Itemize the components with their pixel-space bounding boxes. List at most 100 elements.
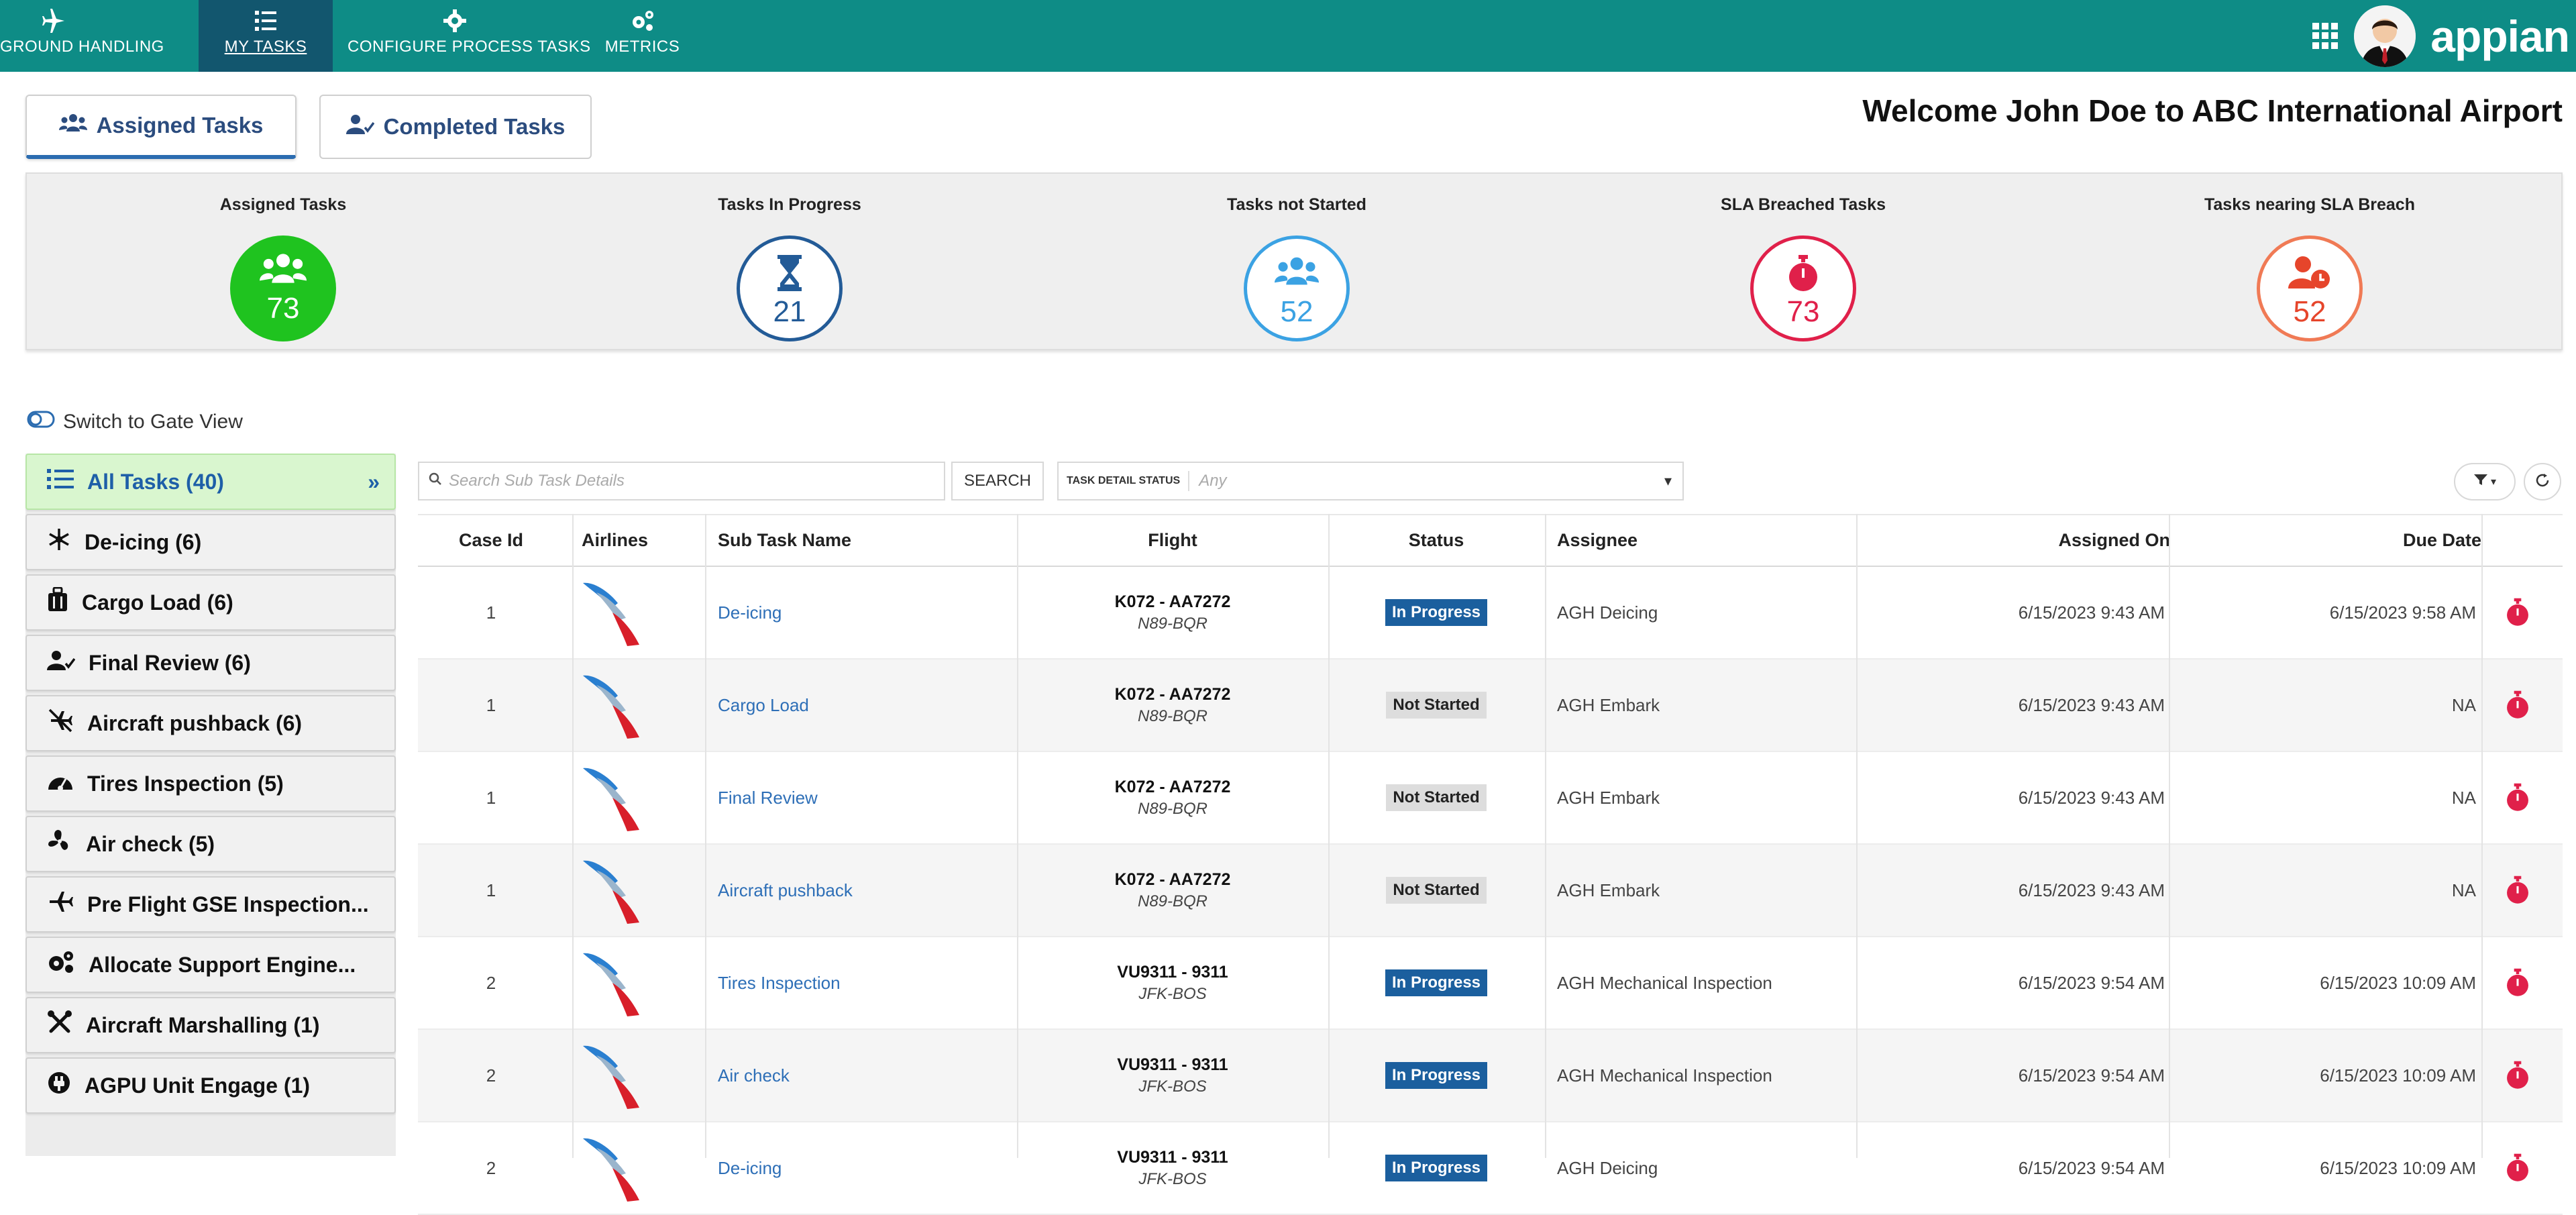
chevron-right-icon: »: [368, 470, 380, 494]
kpi-sla-breached[interactable]: SLA Breached Tasks 73: [1669, 174, 1937, 352]
cell-flight: K072 - AA7272 N89-BQR: [1017, 659, 1328, 751]
cell-case-id: 1: [486, 694, 496, 715]
nav-configure-process-tasks[interactable]: CONFIGURE PROCESS TASKS: [347, 0, 590, 72]
cell-sub-task-link[interactable]: Tires Inspection: [718, 937, 841, 1028]
cell-sub-task-link[interactable]: Aircraft pushback: [718, 845, 853, 936]
switch-gate-view[interactable]: Switch to Gate View: [27, 411, 243, 433]
table-row[interactable]: 2 Air check VU9311 - 9311 JFK-BOS In Progres…: [418, 1030, 2563, 1122]
table-row[interactable]: 2 Tires Inspection VU9311 - 9311 JFK-BOS In …: [418, 937, 2563, 1030]
avatar[interactable]: [2354, 5, 2416, 67]
tab-completed-tasks[interactable]: Completed Tasks: [319, 95, 592, 159]
plane-slash-icon: [47, 708, 74, 738]
cell-assigned-on: 6/15/2023 9:43 AM: [2018, 694, 2165, 715]
stopwatch-icon[interactable]: [2491, 937, 2544, 1028]
stopwatch-icon[interactable]: [2491, 659, 2544, 751]
table-row[interactable]: 1 Cargo Load K072 - AA7272 N89-BQR Not Start…: [418, 659, 2563, 752]
header-status[interactable]: Status: [1328, 515, 1544, 566]
appian-logo: appian: [2430, 11, 2570, 61]
category-label: Allocate Support Engine...: [89, 952, 356, 977]
kpi-title: Tasks In Progress: [718, 195, 861, 214]
stopwatch-icon[interactable]: [2491, 1122, 2544, 1214]
users-icon: [1247, 255, 1346, 295]
cell-sub-task-link[interactable]: De-icing: [718, 1122, 782, 1214]
kpi-assigned-tasks[interactable]: Assigned Tasks 73: [149, 174, 417, 352]
kpi-tasks-in-progress[interactable]: Tasks In Progress 21: [655, 174, 924, 352]
table-row[interactable]: 1 Final Review K072 - AA7272 N89-BQR Not Sta…: [418, 752, 2563, 845]
category-aircraft-pushback[interactable]: Aircraft pushback (6): [25, 695, 396, 751]
flight-number: K072 - AA7272: [1114, 777, 1231, 796]
users-icon: [58, 113, 87, 138]
table-row[interactable]: 1 De-icing K072 - AA7272 N89-BQR In Progress…: [418, 567, 2563, 659]
task-status-dropdown[interactable]: TASK DETAIL STATUS Any ▾: [1057, 462, 1684, 500]
nav-label: MY TASKS: [224, 38, 307, 56]
stopwatch-icon[interactable]: [2491, 1030, 2544, 1121]
cell-sub-task-link[interactable]: Air check: [718, 1030, 790, 1121]
stopwatch-icon[interactable]: [2491, 567, 2544, 658]
cell-sub-task-link[interactable]: Cargo Load: [718, 659, 809, 751]
kpi-nearing-sla-breach[interactable]: Tasks nearing SLA Breach 52: [2176, 174, 2444, 352]
kpi-ring: 73: [1750, 235, 1856, 341]
search-placeholder: Search Sub Task Details: [449, 472, 625, 490]
category-label: Final Review (6): [89, 650, 251, 675]
nav-label: METRICS: [604, 38, 680, 56]
app-grid-icon[interactable]: [2312, 22, 2339, 50]
flight-number: VU9311 - 9311: [1117, 962, 1228, 982]
search-input[interactable]: Search Sub Task Details: [418, 462, 945, 500]
cell-due-date: NA: [2451, 880, 2476, 900]
cell-case-id: 2: [486, 1065, 496, 1086]
category-cargo-load[interactable]: Cargo Load (6): [25, 574, 396, 631]
tab-assigned-tasks[interactable]: Assigned Tasks: [25, 95, 297, 159]
status-badge: In Progress: [1385, 599, 1488, 626]
stopwatch-icon[interactable]: [2491, 845, 2544, 936]
kpi-tasks-not-started[interactable]: Tasks not Started 52: [1163, 174, 1431, 352]
caret-down-icon: ▾: [2490, 476, 2497, 488]
header-assigned-on[interactable]: Assigned On: [1859, 515, 2170, 566]
category-aircraft-marshalling[interactable]: Aircraft Marshalling (1): [25, 997, 396, 1053]
filter-button[interactable]: ▾: [2454, 463, 2516, 500]
airline-logo-icon: [579, 1030, 680, 1121]
top-nav: GROUND HANDLING MY TASKS CONFIGURE PROCE…: [0, 0, 2576, 72]
status-filter-value: Any: [1199, 472, 1227, 490]
cell-flight: K072 - AA7272 N89-BQR: [1017, 752, 1328, 843]
airline-logo-icon: [579, 937, 680, 1028]
category-pre-flight-gse[interactable]: Pre Flight GSE Inspection...: [25, 876, 396, 933]
flight-number: VU9311 - 9311: [1117, 1055, 1228, 1074]
tab-label: Completed Tasks: [383, 114, 566, 139]
refresh-button[interactable]: [2524, 463, 2561, 500]
cell-sub-task-link[interactable]: Final Review: [718, 752, 818, 843]
category-allocate-support-engine[interactable]: Allocate Support Engine...: [25, 937, 396, 993]
cell-flight: VU9311 - 9311 JFK-BOS: [1017, 1122, 1328, 1214]
search-button[interactable]: SEARCH: [951, 462, 1044, 500]
category-label: Aircraft pushback (6): [87, 710, 303, 735]
category-air-check[interactable]: Air check (5): [25, 816, 396, 872]
header-airlines[interactable]: Airlines: [582, 515, 648, 566]
cell-due-date: NA: [2451, 694, 2476, 715]
nav-metrics[interactable]: METRICS: [597, 0, 688, 72]
flight-route: N89-BQR: [1137, 706, 1208, 725]
header-flight[interactable]: Flight: [1017, 515, 1328, 566]
stopwatch-icon[interactable]: [2491, 752, 2544, 843]
caret-down-icon: ▾: [1664, 472, 1672, 489]
category-de-icing[interactable]: De-icing (6): [25, 514, 396, 570]
header-due-date[interactable]: Due Date: [2170, 515, 2481, 566]
table-row[interactable]: 2 De-icing VU9311 - 9311 JFK-BOS In Progress…: [418, 1122, 2563, 1215]
header-sub-task-name[interactable]: Sub Task Name: [718, 515, 851, 566]
category-label: Tires Inspection (5): [87, 771, 284, 796]
nav-my-tasks[interactable]: MY TASKS: [199, 0, 333, 72]
kpi-value: 52: [1280, 295, 1313, 328]
category-agpu-unit-engage[interactable]: AGPU Unit Engage (1): [25, 1057, 396, 1114]
category-all-tasks[interactable]: All Tasks (40) »: [25, 454, 396, 510]
category-label: Aircraft Marshalling (1): [86, 1012, 320, 1037]
category-tires-inspection[interactable]: Tires Inspection (5): [25, 755, 396, 812]
category-final-review[interactable]: Final Review (6): [25, 635, 396, 691]
flight-route: N89-BQR: [1137, 892, 1208, 910]
kpi-title: SLA Breached Tasks: [1721, 195, 1886, 214]
cell-status: Not Started: [1328, 659, 1544, 751]
header-case-id[interactable]: Case Id: [418, 515, 564, 566]
nav-ground-handling[interactable]: GROUND HANDLING: [0, 0, 164, 72]
flight-route: JFK-BOS: [1138, 1077, 1207, 1096]
cell-sub-task-link[interactable]: De-icing: [718, 567, 782, 658]
header-assignee[interactable]: Assignee: [1557, 515, 1638, 566]
table-row[interactable]: 1 Aircraft pushback K072 - AA7272 N89-BQR No…: [418, 845, 2563, 937]
cell-due-date: 6/15/2023 10:09 AM: [2320, 1065, 2476, 1086]
